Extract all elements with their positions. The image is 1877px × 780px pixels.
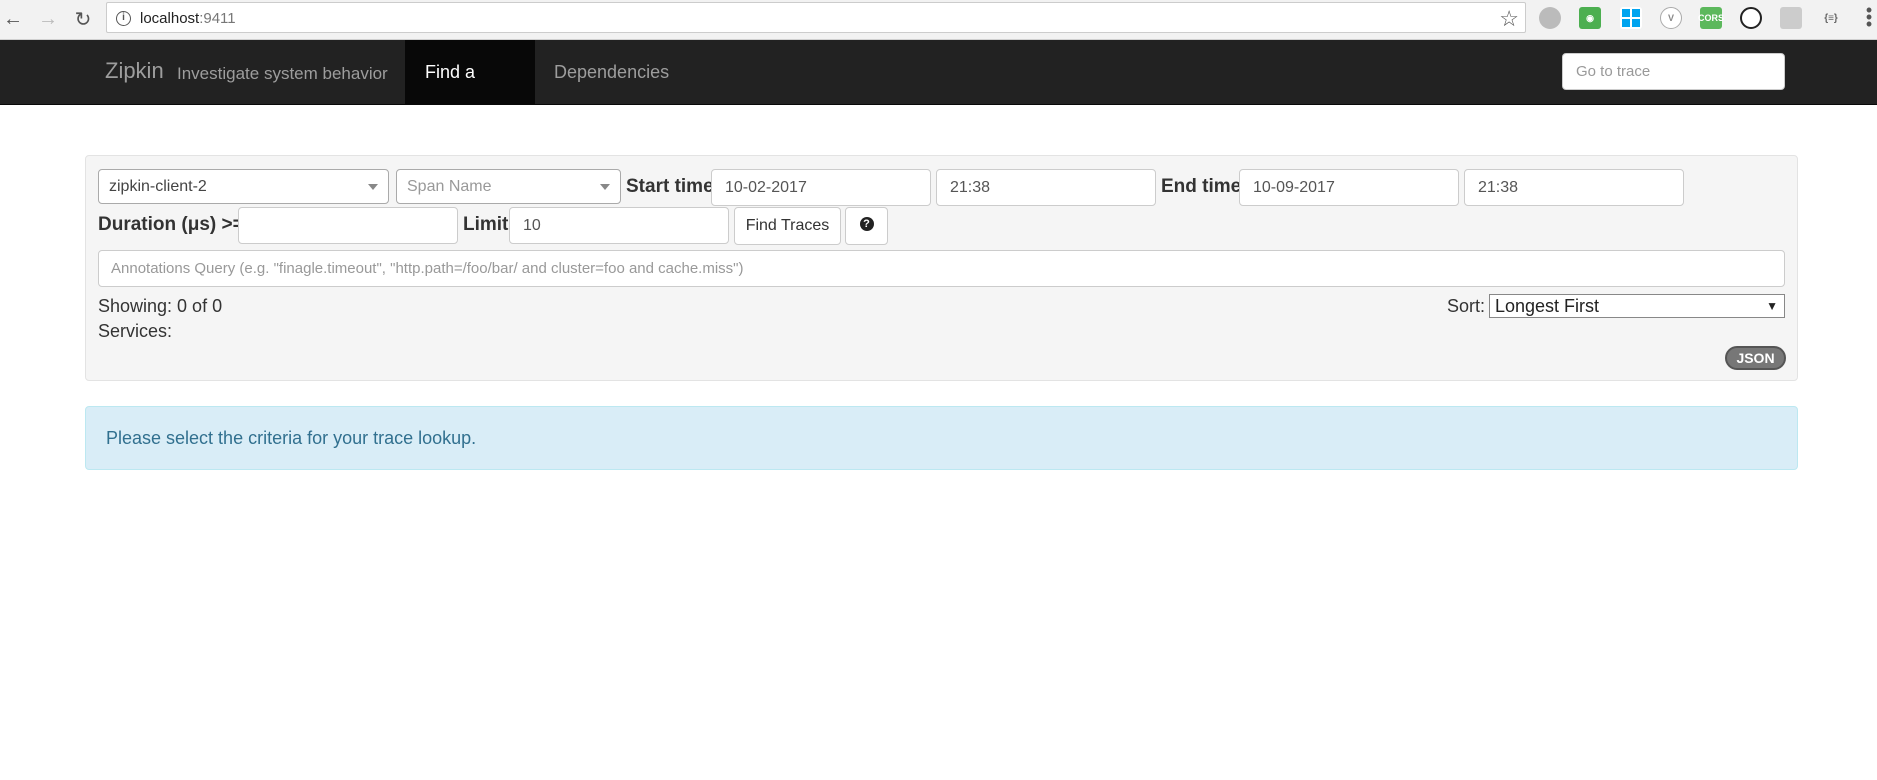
info-icon[interactable]: i [116, 11, 131, 26]
sort-select-value: Longest First [1495, 296, 1600, 316]
extension-icon-7[interactable] [1780, 7, 1802, 29]
sort-select[interactable]: Longest First ▼ [1489, 294, 1785, 318]
bookmark-star-icon[interactable]: ☆ [1499, 6, 1519, 32]
end-date-input[interactable]: 10-09-2017 [1239, 169, 1459, 206]
search-panel: zipkin-client-2 Span Name Start time 10-… [85, 155, 1798, 381]
duration-input[interactable] [238, 207, 458, 244]
chevron-down-icon [368, 184, 378, 190]
back-arrow-icon[interactable]: ← [0, 6, 26, 32]
limit-label: Limit [463, 214, 509, 235]
tab-find-a-trace[interactable]: Find a trace [405, 40, 535, 147]
help-button[interactable]: ? [845, 207, 888, 245]
reload-icon[interactable]: ↻ [70, 6, 96, 32]
find-traces-button[interactable]: Find Traces [734, 207, 841, 245]
info-alert: Please select the criteria for your trac… [85, 406, 1798, 470]
showing-count: Showing: 0 of 0 [98, 296, 223, 316]
chevron-down-icon [600, 184, 610, 190]
end-time-input[interactable]: 21:38 [1464, 169, 1684, 206]
forward-arrow-icon[interactable]: → [35, 6, 61, 32]
start-date-input[interactable]: 10-02-2017 [711, 169, 931, 206]
url-text: localhost:9411 [140, 10, 236, 27]
address-bar[interactable]: i localhost:9411 ☆ [106, 2, 1526, 33]
service-select-value: zipkin-client-2 [109, 178, 207, 195]
url-port: :9411 [199, 10, 236, 27]
span-name-placeholder: Span Name [407, 178, 492, 195]
service-select[interactable]: zipkin-client-2 [98, 169, 389, 204]
menu-kebab-icon[interactable]: • • • [1865, 1, 1873, 33]
limit-input[interactable]: 10 [509, 207, 729, 244]
duration-label: Duration (μs) >= [98, 214, 244, 235]
navbar: Zipkin Investigate system behavior Find … [0, 40, 1877, 147]
start-time-label: Start time [626, 176, 714, 197]
services-label: Services: [98, 321, 173, 341]
lock-extension-icon[interactable]: ◉ [1579, 7, 1601, 29]
chevron-down-icon: ▼ [1766, 299, 1778, 313]
brand-logo[interactable]: Zipkin [105, 58, 164, 84]
sort-label: Sort: [1447, 296, 1486, 316]
browser-toolbar: ← → ↻ i localhost:9411 ☆ ◉ V CORS {≡} • •… [0, 0, 1877, 40]
extension-icon-1[interactable] [1539, 7, 1561, 29]
brand-tagline: Investigate system behavior [177, 64, 388, 83]
go-to-trace-input[interactable]: Go to trace [1562, 53, 1785, 90]
windows-extension-icon[interactable] [1620, 7, 1642, 29]
url-host: localhost [140, 10, 200, 27]
annotations-query-input[interactable]: Annotations Query (e.g. "finagle.timeout… [98, 250, 1785, 287]
cors-extension-icon[interactable]: CORS [1698, 7, 1724, 29]
span-name-select[interactable]: Span Name [396, 169, 621, 204]
start-time-input[interactable]: 21:38 [936, 169, 1156, 206]
tab-dependencies[interactable]: Dependencies [534, 40, 689, 105]
json-extension-icon[interactable]: {≡} [1820, 7, 1842, 29]
end-time-label: End time [1161, 176, 1242, 197]
json-button[interactable]: JSON [1725, 346, 1786, 370]
v-extension-icon[interactable]: V [1660, 7, 1682, 29]
question-circle-icon: ? [859, 217, 874, 232]
block-extension-icon[interactable] [1740, 7, 1762, 29]
